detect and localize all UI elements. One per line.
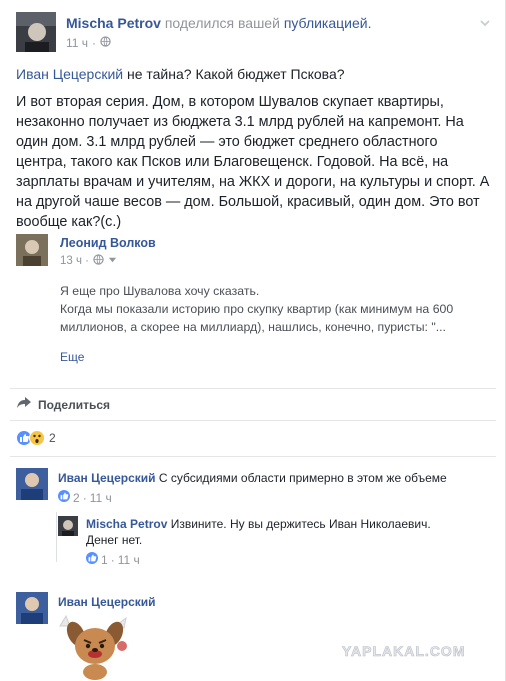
author-name[interactable]: Mischa Petrov [66, 15, 161, 31]
comment-time[interactable]: 11 ч [118, 552, 140, 568]
comment-like-count[interactable]: 2 [73, 490, 80, 506]
globe-icon [93, 254, 104, 268]
see-more-link[interactable]: Еще [60, 350, 84, 364]
shared-text-line: Я еще про Шувалова хочу сказать. [60, 284, 260, 298]
reactions-summary[interactable]: 2 [16, 430, 56, 446]
comment-meta: 2 · 11 ч [58, 490, 488, 506]
share-button[interactable]: Поделиться [16, 396, 110, 413]
angry-dog-sticker [54, 612, 136, 681]
comment-text: С субсидиями области примерно в этом же … [158, 471, 447, 485]
shared-text: Я еще про Шувалова хочу сказать. Когда м… [60, 282, 490, 336]
comment-author[interactable]: Иван Цецерский [58, 471, 156, 485]
wow-icon [29, 430, 45, 446]
header-target-link[interactable]: публикацией. [284, 15, 372, 31]
divider [10, 420, 496, 421]
commenter-avatar[interactable] [16, 592, 48, 624]
header-line: Mischa Petrov поделился вашей публикацие… [66, 15, 371, 31]
shared-post[interactable]: Леонид Волков 13 ч · Я еще про Шувалова … [16, 230, 490, 380]
shared-time[interactable]: 13 ч · [60, 255, 89, 267]
like-icon[interactable] [58, 490, 70, 506]
mention-link[interactable]: Иван Цецерский [16, 66, 123, 82]
post-header: Mischa Petrov поделился вашей публикацие… [16, 12, 496, 56]
caret-down-icon[interactable] [108, 255, 117, 267]
globe-icon [100, 36, 111, 50]
chevron-down-icon[interactable] [478, 16, 492, 30]
shared-text-line: Когда мы показали историю про скупку ква… [60, 302, 454, 334]
reply-thread-line [56, 512, 57, 562]
shared-author[interactable]: Леонид Волков [60, 236, 156, 250]
comment-text: Извините. Ну вы держитесь Иван Николаеви… [170, 517, 431, 531]
shared-avatar[interactable] [16, 234, 48, 266]
avatar[interactable] [16, 12, 56, 52]
comment-author[interactable]: Иван Цецерский [58, 595, 156, 609]
post-meta: 11 ч · [66, 36, 111, 50]
post-body: И вот вторая серия. Дом, в котором Шувал… [16, 94, 490, 230]
post-title-text: не тайна? Какой бюджет Пскова? [126, 66, 345, 82]
shared-meta: 13 ч · [60, 254, 117, 268]
reaction-count: 2 [49, 431, 56, 445]
post-title: Иван Цецерский не тайна? Какой бюджет Пс… [16, 66, 345, 82]
commenter-avatar[interactable] [58, 516, 78, 536]
watermark-logo: YAPLAKAL.COM [342, 643, 466, 660]
divider [10, 388, 496, 389]
post-card: Mischa Petrov поделился вашей публикацие… [0, 0, 506, 681]
comment-time[interactable]: 11 ч [90, 490, 112, 506]
share-label: Поделиться [38, 397, 111, 412]
comment-text: Денег нет. [86, 533, 143, 547]
post-time[interactable]: 11 ч [66, 36, 88, 50]
comment-meta: 1 · 11 ч [86, 552, 486, 568]
divider [10, 456, 496, 457]
commenter-avatar[interactable] [16, 468, 48, 500]
like-icon[interactable] [86, 552, 98, 568]
share-arrow-icon [16, 396, 32, 413]
comment-author[interactable]: Mischa Petrov [86, 517, 167, 531]
comment-like-count[interactable]: 1 [101, 552, 108, 568]
header-action: поделился вашей [164, 15, 280, 31]
